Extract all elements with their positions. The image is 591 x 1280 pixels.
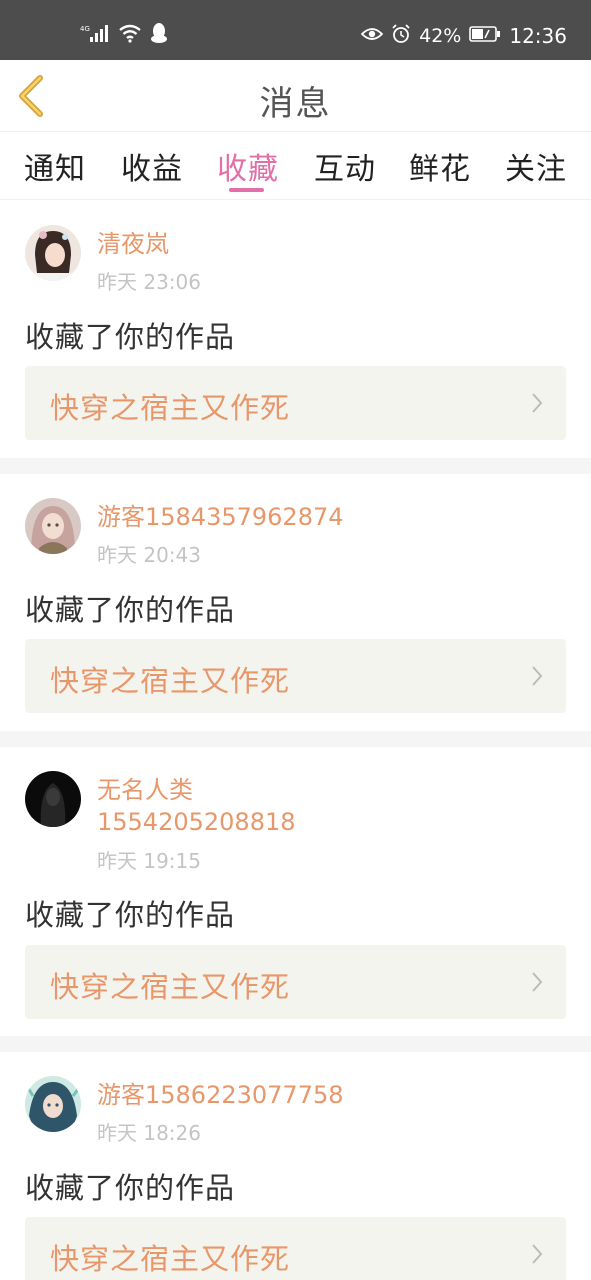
work-link[interactable]: 快穿之宿主又作死: [25, 945, 566, 1019]
status-bar: 4G 42% 12:36: [0, 0, 591, 60]
status-left-icons: 4G: [80, 22, 168, 48]
work-link[interactable]: 快穿之宿主又作死: [25, 1217, 566, 1280]
message-time: 昨天 23:06: [97, 270, 201, 294]
username-line: 1554205208818: [97, 808, 296, 836]
work-link[interactable]: 快穿之宿主又作死: [25, 366, 566, 440]
work-title: 快穿之宿主又作死: [50, 1242, 291, 1276]
work-title: 快穿之宿主又作死: [50, 391, 291, 425]
message-action: 收藏了你的作品: [25, 593, 236, 627]
message-action: 收藏了你的作品: [25, 1171, 236, 1205]
battery-percent: 42%: [419, 25, 462, 47]
work-title: 快穿之宿主又作死: [50, 664, 291, 698]
status-right-icons: 42% 12:36: [360, 22, 567, 50]
work-title: 快穿之宿主又作死: [50, 970, 291, 1004]
username[interactable]: 无名人类 1554205208818: [97, 774, 397, 838]
tab-flowers[interactable]: 鲜花: [409, 144, 471, 188]
battery-icon: [469, 25, 501, 48]
message-action: 收藏了你的作品: [25, 320, 236, 354]
chevron-right-icon: [532, 666, 543, 686]
svg-text:4G: 4G: [80, 25, 90, 33]
tab-favorites[interactable]: 收藏: [217, 144, 279, 188]
message-time: 昨天 18:26: [97, 1121, 201, 1145]
tab-interactions[interactable]: 互动: [314, 144, 376, 188]
divider: [0, 458, 591, 474]
wifi-icon: [118, 23, 142, 47]
username[interactable]: 游客1584357962874: [97, 501, 397, 533]
active-tab-indicator: [229, 188, 264, 192]
avatar[interactable]: [25, 225, 81, 281]
eye-icon: [360, 25, 384, 47]
username[interactable]: 清夜岚: [97, 228, 397, 260]
tab-notifications[interactable]: 通知: [24, 144, 86, 188]
chevron-right-icon: [532, 1244, 543, 1264]
message-card: 游客1584357962874 昨天 20:43 收藏了你的作品 快穿之宿主又作…: [0, 474, 591, 731]
page-title: 消息: [259, 84, 332, 124]
message-time: 昨天 20:43: [97, 543, 201, 567]
tab-follows[interactable]: 关注: [505, 144, 567, 188]
chevron-right-icon: [532, 972, 543, 992]
divider: [0, 1036, 591, 1052]
chevron-right-icon: [532, 393, 543, 413]
avatar[interactable]: [25, 771, 81, 827]
message-action: 收藏了你的作品: [25, 898, 236, 932]
message-time: 昨天 19:15: [97, 849, 201, 873]
tab-bar: 通知 收益 收藏 互动 鲜花 关注: [0, 132, 591, 200]
qq-icon: [150, 22, 168, 48]
clock: 12:36: [509, 24, 567, 48]
username-line: 无名人类: [97, 776, 193, 804]
divider: [0, 731, 591, 747]
work-link[interactable]: 快穿之宿主又作死: [25, 639, 566, 713]
username[interactable]: 游客1586223077758: [97, 1079, 397, 1111]
alarm-icon: [391, 23, 411, 49]
message-card: 清夜岚 昨天 23:06 收藏了你的作品 快穿之宿主又作死: [0, 201, 591, 458]
avatar[interactable]: [25, 1076, 81, 1132]
signal-icon: 4G: [80, 23, 110, 47]
nav-bar: 消息: [0, 60, 591, 132]
message-card: 无名人类 1554205208818 昨天 19:15 收藏了你的作品 快穿之宿…: [0, 747, 591, 1036]
avatar[interactable]: [25, 498, 81, 554]
tab-earnings[interactable]: 收益: [121, 144, 183, 188]
message-card: 游客1586223077758 昨天 18:26 收藏了你的作品 快穿之宿主又作…: [0, 1052, 591, 1280]
